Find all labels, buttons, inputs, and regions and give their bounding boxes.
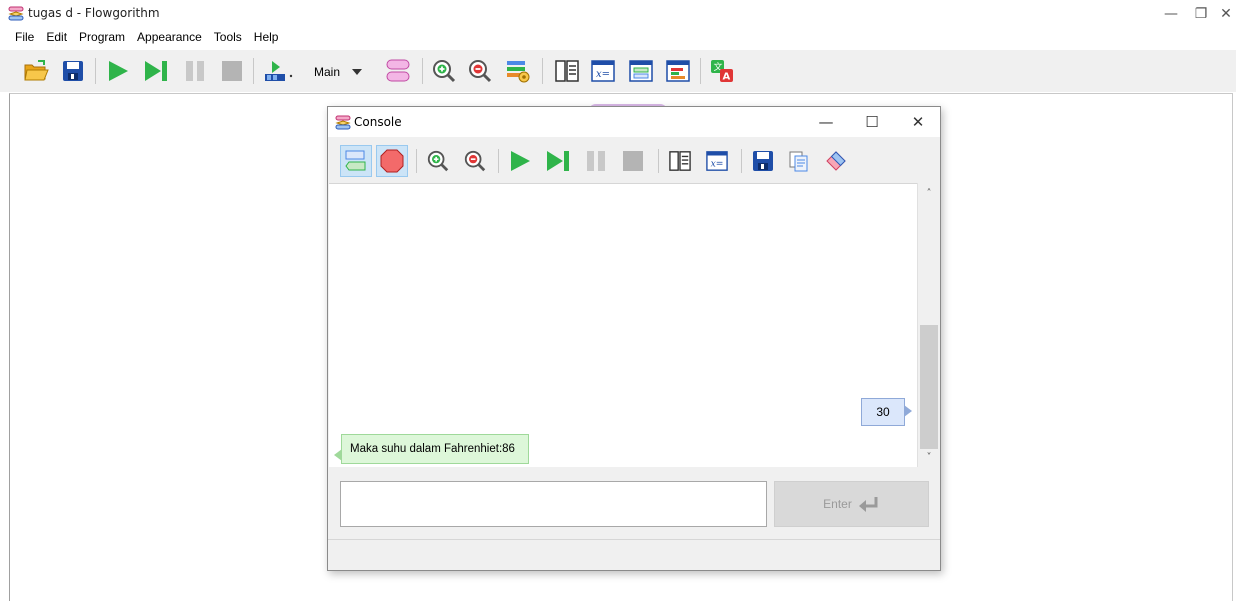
zoom-out-icon[interactable] xyxy=(459,145,491,177)
toolbar-separator xyxy=(741,149,742,173)
menu-program[interactable]: Program xyxy=(73,28,131,48)
main-toolbar: Main x= 文 A xyxy=(0,50,1236,92)
svg-text:A: A xyxy=(723,72,731,83)
restore-button[interactable]: ❐ xyxy=(1186,4,1216,24)
console-input-field[interactable] xyxy=(340,481,767,527)
save-icon[interactable] xyxy=(59,57,87,85)
pause-icon[interactable] xyxy=(181,57,209,85)
function-shape-icon[interactable] xyxy=(384,57,412,85)
function-selector-value: Main xyxy=(314,65,341,79)
svg-text:x=: x= xyxy=(596,69,610,80)
window-title: tugas d - Flowgorithm xyxy=(28,6,160,20)
user-input-bubble: 30 xyxy=(861,398,912,426)
toolbar-separator xyxy=(498,149,499,173)
console-window: Console — ☐ ✕ x= 30 Maka suhu dalam Fahr… xyxy=(327,106,941,571)
program-output-text: Maka suhu dalam Fahrenhiet:86 xyxy=(350,443,515,455)
chat-mode-icon[interactable] xyxy=(340,145,372,177)
enter-arrow-icon xyxy=(858,497,878,512)
toolbar-separator xyxy=(422,58,423,84)
menu-tools[interactable]: Tools xyxy=(208,28,248,48)
zoom-in-icon[interactable] xyxy=(422,145,454,177)
scrollbar-thumb[interactable] xyxy=(920,325,938,449)
layout-icon[interactable] xyxy=(504,57,532,85)
user-input-value: 30 xyxy=(876,405,890,419)
translate-icon[interactable]: 文 A xyxy=(708,57,736,85)
console-maximize-button[interactable]: ☐ xyxy=(858,112,886,132)
toolbar-separator xyxy=(658,149,659,173)
step-icon[interactable] xyxy=(542,145,574,177)
enter-button-label: Enter xyxy=(823,497,852,511)
pause-icon[interactable] xyxy=(580,145,612,177)
toolbar-separator xyxy=(253,58,254,84)
flowgorithm-logo-icon xyxy=(8,5,24,21)
menu-edit[interactable]: Edit xyxy=(40,28,73,48)
close-button[interactable]: ✕ xyxy=(1216,4,1236,24)
variable-watch-icon[interactable] xyxy=(664,145,696,177)
variables-icon[interactable]: x= xyxy=(589,57,617,85)
console-icon[interactable] xyxy=(627,57,655,85)
program-output-bubble: Maka suhu dalam Fahrenhiet:86 xyxy=(334,434,529,464)
eraser-icon[interactable] xyxy=(820,145,852,177)
console-title-bar: Console — ☐ ✕ xyxy=(328,107,940,137)
run-icon[interactable] xyxy=(104,57,132,85)
save-icon[interactable] xyxy=(747,145,779,177)
console-close-button[interactable]: ✕ xyxy=(904,112,932,132)
flowgorithm-logo-icon xyxy=(335,114,351,130)
run-icon[interactable] xyxy=(504,145,536,177)
toolbar-separator xyxy=(542,58,543,84)
menu-file[interactable]: File xyxy=(9,28,40,48)
stop-icon[interactable] xyxy=(617,145,649,177)
zoom-in-icon[interactable] xyxy=(430,57,458,85)
stop-icon[interactable] xyxy=(218,57,246,85)
toolbar-separator xyxy=(416,149,417,173)
chevron-down-icon xyxy=(352,69,363,75)
menu-appearance[interactable]: Appearance xyxy=(131,28,208,48)
console-output-area[interactable]: 30 Maka suhu dalam Fahrenhiet:86 xyxy=(329,183,917,467)
svg-text:x=: x= xyxy=(711,159,724,170)
console-minimize-button[interactable]: — xyxy=(812,112,840,132)
menu-bar: File Edit Program Appearance Tools Help xyxy=(0,28,1236,48)
stop-on-error-icon[interactable] xyxy=(376,145,408,177)
open-folder-icon[interactable] xyxy=(22,57,50,85)
variables-icon[interactable]: x= xyxy=(701,145,733,177)
menu-help[interactable]: Help xyxy=(248,28,285,48)
copy-icon[interactable] xyxy=(783,145,815,177)
toolbar-separator xyxy=(95,58,96,84)
scroll-down-icon[interactable]: ˅ xyxy=(918,449,940,465)
minimize-button[interactable]: — xyxy=(1156,4,1186,24)
enter-button[interactable]: Enter xyxy=(774,481,929,527)
console-scrollbar[interactable]: ˄ ˅ xyxy=(917,183,939,467)
variable-watch-icon[interactable] xyxy=(553,57,581,85)
window-title-bar: tugas d - Flowgorithm — ❐ ✕ xyxy=(0,0,1236,28)
function-selector[interactable]: Main xyxy=(314,63,363,81)
scroll-up-icon[interactable]: ˄ xyxy=(918,185,940,201)
console-status-divider xyxy=(328,539,940,540)
toolbar-separator xyxy=(700,58,701,84)
zoom-out-icon[interactable] xyxy=(466,57,494,85)
chart-icon[interactable] xyxy=(664,57,692,85)
console-toolbar: x= xyxy=(328,137,940,183)
step-icon[interactable] xyxy=(142,57,170,85)
add-function-icon[interactable] xyxy=(262,57,300,85)
console-title: Console xyxy=(354,115,402,129)
